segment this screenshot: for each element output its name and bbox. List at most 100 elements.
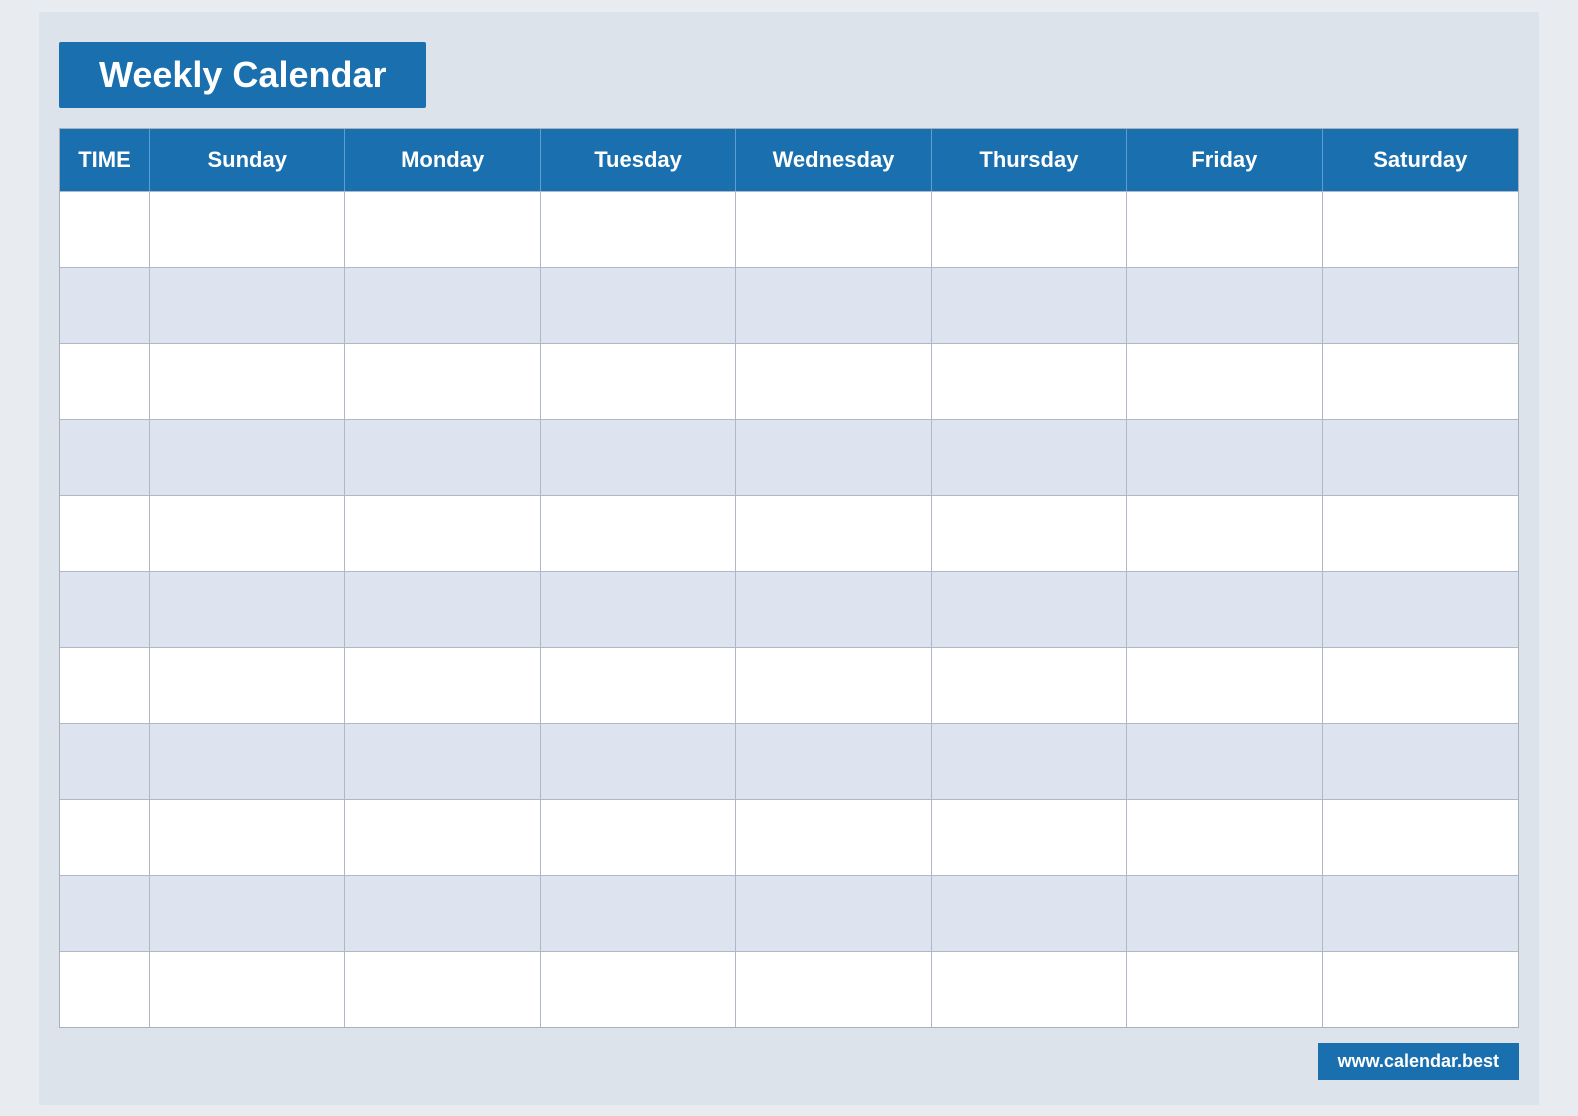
header-section: Weekly Calendar: [59, 32, 1519, 128]
day-cell[interactable]: [932, 344, 1127, 419]
day-cell[interactable]: [932, 952, 1127, 1027]
day-cell[interactable]: [932, 724, 1127, 799]
table-row: [60, 647, 1518, 723]
day-cell[interactable]: [932, 268, 1127, 343]
day-cell[interactable]: [150, 496, 345, 571]
time-cell[interactable]: [60, 192, 150, 267]
day-cell[interactable]: [1127, 648, 1322, 723]
header-friday: Friday: [1127, 129, 1322, 191]
day-cell[interactable]: [150, 192, 345, 267]
day-cell[interactable]: [1323, 800, 1518, 875]
day-cell[interactable]: [345, 952, 540, 1027]
day-cell[interactable]: [345, 572, 540, 647]
day-cell[interactable]: [1323, 572, 1518, 647]
day-cell[interactable]: [1127, 952, 1322, 1027]
table-row: [60, 723, 1518, 799]
day-cell[interactable]: [1323, 344, 1518, 419]
day-cell[interactable]: [1323, 496, 1518, 571]
day-cell[interactable]: [150, 572, 345, 647]
day-cell[interactable]: [736, 724, 931, 799]
time-cell[interactable]: [60, 344, 150, 419]
header-saturday: Saturday: [1323, 129, 1518, 191]
time-cell[interactable]: [60, 724, 150, 799]
day-cell[interactable]: [541, 648, 736, 723]
day-cell[interactable]: [345, 268, 540, 343]
day-cell[interactable]: [1323, 192, 1518, 267]
time-cell[interactable]: [60, 268, 150, 343]
calendar-header: TIME Sunday Monday Tuesday Wednesday Thu…: [60, 129, 1518, 191]
table-row: [60, 419, 1518, 495]
day-cell[interactable]: [541, 496, 736, 571]
day-cell[interactable]: [736, 420, 931, 495]
day-cell[interactable]: [932, 800, 1127, 875]
day-cell[interactable]: [932, 192, 1127, 267]
footer-url-box: www.calendar.best: [1318, 1043, 1519, 1080]
day-cell[interactable]: [736, 344, 931, 419]
day-cell[interactable]: [1323, 420, 1518, 495]
day-cell[interactable]: [1127, 344, 1322, 419]
day-cell[interactable]: [932, 876, 1127, 951]
time-cell[interactable]: [60, 876, 150, 951]
header-sunday: Sunday: [150, 129, 345, 191]
day-cell[interactable]: [1127, 192, 1322, 267]
day-cell[interactable]: [150, 344, 345, 419]
day-cell[interactable]: [736, 192, 931, 267]
day-cell[interactable]: [1323, 952, 1518, 1027]
day-cell[interactable]: [541, 344, 736, 419]
day-cell[interactable]: [345, 420, 540, 495]
day-cell[interactable]: [150, 876, 345, 951]
day-cell[interactable]: [736, 648, 931, 723]
day-cell[interactable]: [736, 268, 931, 343]
day-cell[interactable]: [150, 420, 345, 495]
day-cell[interactable]: [1127, 876, 1322, 951]
table-row: [60, 343, 1518, 419]
day-cell[interactable]: [1323, 648, 1518, 723]
day-cell[interactable]: [150, 648, 345, 723]
day-cell[interactable]: [541, 876, 736, 951]
day-cell[interactable]: [345, 648, 540, 723]
time-cell[interactable]: [60, 420, 150, 495]
day-cell[interactable]: [345, 192, 540, 267]
day-cell[interactable]: [1127, 800, 1322, 875]
time-cell[interactable]: [60, 952, 150, 1027]
day-cell[interactable]: [1127, 496, 1322, 571]
day-cell[interactable]: [932, 648, 1127, 723]
day-cell[interactable]: [736, 952, 931, 1027]
day-cell[interactable]: [345, 724, 540, 799]
day-cell[interactable]: [345, 344, 540, 419]
day-cell[interactable]: [736, 876, 931, 951]
day-cell[interactable]: [150, 952, 345, 1027]
day-cell[interactable]: [1127, 268, 1322, 343]
day-cell[interactable]: [150, 724, 345, 799]
time-cell[interactable]: [60, 648, 150, 723]
day-cell[interactable]: [345, 876, 540, 951]
day-cell[interactable]: [541, 572, 736, 647]
day-cell[interactable]: [541, 724, 736, 799]
day-cell[interactable]: [345, 800, 540, 875]
day-cell[interactable]: [541, 420, 736, 495]
footer-url: www.calendar.best: [1338, 1051, 1499, 1071]
day-cell[interactable]: [932, 496, 1127, 571]
day-cell[interactable]: [932, 572, 1127, 647]
day-cell[interactable]: [1127, 420, 1322, 495]
day-cell[interactable]: [736, 800, 931, 875]
day-cell[interactable]: [1127, 572, 1322, 647]
table-row: [60, 191, 1518, 267]
time-cell[interactable]: [60, 572, 150, 647]
day-cell[interactable]: [541, 800, 736, 875]
time-cell[interactable]: [60, 496, 150, 571]
day-cell[interactable]: [541, 192, 736, 267]
day-cell[interactable]: [932, 420, 1127, 495]
day-cell[interactable]: [1323, 268, 1518, 343]
day-cell[interactable]: [150, 268, 345, 343]
day-cell[interactable]: [1127, 724, 1322, 799]
day-cell[interactable]: [541, 268, 736, 343]
day-cell[interactable]: [736, 496, 931, 571]
day-cell[interactable]: [150, 800, 345, 875]
time-cell[interactable]: [60, 800, 150, 875]
day-cell[interactable]: [736, 572, 931, 647]
day-cell[interactable]: [1323, 876, 1518, 951]
day-cell[interactable]: [1323, 724, 1518, 799]
day-cell[interactable]: [541, 952, 736, 1027]
day-cell[interactable]: [345, 496, 540, 571]
